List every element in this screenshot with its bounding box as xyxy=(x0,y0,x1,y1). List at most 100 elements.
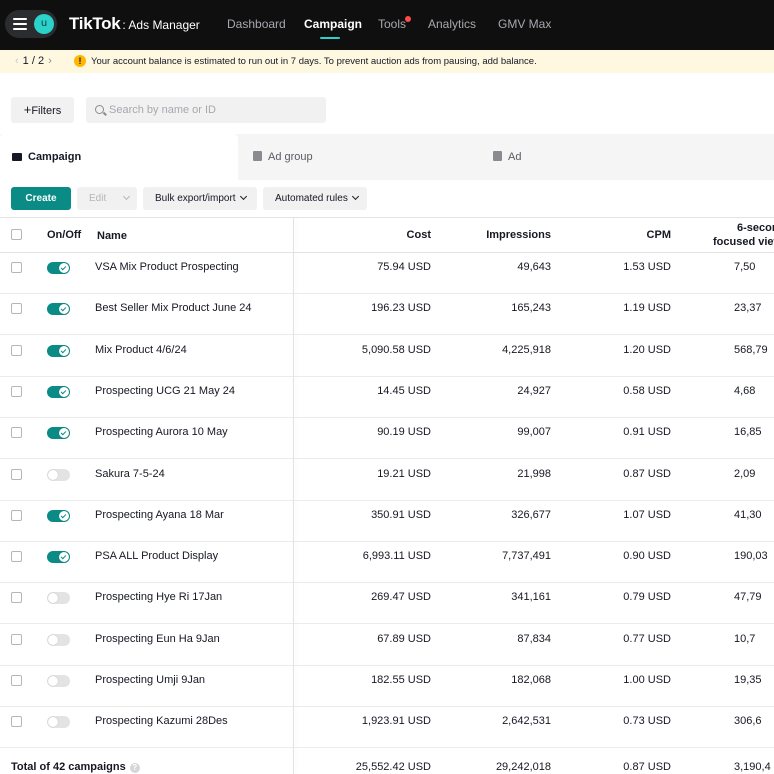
impressions-value: 21,998 xyxy=(517,467,551,480)
select-all-checkbox[interactable] xyxy=(11,229,22,240)
help-icon[interactable]: ? xyxy=(129,762,140,773)
cost-value: 5,090.58 USD xyxy=(361,343,431,356)
campaign-name[interactable]: Prospecting Ayana 18 Mar xyxy=(95,509,224,521)
filters-button[interactable]: +Filters xyxy=(11,97,74,123)
table-row[interactable]: Prospecting Aurora 10 May 90.19 USD 99,007… xyxy=(0,418,774,460)
table-row[interactable]: PSA ALL Product Display 6,993.11 USD 7,737… xyxy=(0,542,774,584)
row-checkbox[interactable] xyxy=(11,468,22,480)
avatar[interactable]: u xyxy=(34,14,54,34)
nav-link-tools[interactable]: Tools xyxy=(378,17,406,31)
table-row[interactable]: Prospecting Eun Ha 9Jan 67.89 USD 87,834 0.… xyxy=(0,624,774,666)
row-checkbox[interactable] xyxy=(11,344,22,356)
header-6s-views-line2[interactable]: focused view xyxy=(713,236,774,248)
row-checkbox[interactable] xyxy=(11,303,22,315)
campaign-status-toggle[interactable] xyxy=(47,427,70,440)
tab-ad[interactable]: Ad xyxy=(481,134,719,180)
campaign-status-toggle[interactable] xyxy=(47,633,70,646)
cost-value: 75.94 USD xyxy=(377,261,431,273)
campaign-status-toggle[interactable] xyxy=(47,592,70,605)
table-row[interactable]: Prospecting Ayana 18 Mar 350.91 USD 326,67… xyxy=(0,500,774,542)
header-on-off[interactable]: On/Off xyxy=(47,229,81,241)
campaign-status-toggle[interactable] xyxy=(47,509,70,522)
focused-views-value: 7,50 xyxy=(734,261,756,273)
menu-account-pill[interactable]: u xyxy=(5,10,57,38)
top-nav: u TikTok: Ads Manager Dashboard Campaign… xyxy=(0,0,774,50)
balance-warning-banner: ‹ 1 / 2 › ! Your account balance is estima… xyxy=(0,50,774,73)
notification-dot xyxy=(405,16,411,22)
focused-views-value: 4,68 xyxy=(734,384,756,397)
chevron-right-icon[interactable]: › xyxy=(48,55,52,67)
campaign-status-toggle[interactable] xyxy=(47,262,70,274)
total-cost: 25,552.42 USD xyxy=(355,760,431,773)
row-checkbox[interactable] xyxy=(11,633,22,645)
bulk-export-import-dropdown[interactable]: Bulk export/import xyxy=(143,187,257,210)
nav-link-gmv-max[interactable]: GMV Max xyxy=(498,17,551,31)
cpm-value: 0.73 USD xyxy=(623,715,671,728)
impressions-value: 2,642,531 xyxy=(502,715,551,728)
check-icon xyxy=(60,264,67,271)
focused-views-value: 190,03 xyxy=(734,550,768,563)
campaign-status-toggle[interactable] xyxy=(47,385,70,398)
nav-link-dashboard[interactable]: Dashboard xyxy=(227,17,286,31)
sticky-column-divider xyxy=(293,217,294,774)
row-checkbox[interactable] xyxy=(11,675,22,686)
impressions-value: 49,643 xyxy=(517,261,551,273)
chevron-down-icon xyxy=(351,192,359,201)
header-6s-views-line1[interactable]: 6-secon xyxy=(737,222,774,234)
row-checkbox[interactable] xyxy=(11,262,22,273)
table-row[interactable]: Mix Product 4/6/24 5,090.58 USD 4,225,918 1… xyxy=(0,335,774,377)
table-row[interactable]: Prospecting Hye Ri 17Jan 269.47 USD 341,16… xyxy=(0,583,774,625)
chevron-left-icon[interactable]: ‹ xyxy=(15,55,19,67)
campaign-name[interactable]: Prospecting Kazumi 28Des xyxy=(95,715,228,727)
campaign-name[interactable]: Prospecting UCG 21 May 24 xyxy=(95,385,235,397)
automated-rules-dropdown[interactable]: Automated rules xyxy=(263,187,367,210)
search-input[interactable] xyxy=(109,97,319,123)
focused-views-value: 2,09 xyxy=(734,467,756,480)
edit-dropdown[interactable]: Edit xyxy=(77,187,137,210)
campaign-status-toggle[interactable] xyxy=(47,468,70,481)
ad-group-icon xyxy=(253,151,262,161)
campaign-name[interactable]: Best Seller Mix Product June 24 xyxy=(95,302,252,314)
campaign-name[interactable]: Prospecting Eun Ha 9Jan xyxy=(95,633,220,645)
row-checkbox[interactable] xyxy=(11,427,22,439)
row-checkbox[interactable] xyxy=(11,551,22,563)
row-checkbox[interactable] xyxy=(11,592,22,604)
campaign-status-toggle[interactable] xyxy=(47,551,70,564)
campaign-name[interactable]: Sakura 7-5-24 xyxy=(95,468,165,480)
check-icon xyxy=(60,305,67,312)
campaign-name[interactable]: PSA ALL Product Display xyxy=(95,550,218,562)
campaign-name[interactable]: Prospecting Hye Ri 17Jan xyxy=(95,591,222,603)
header-name[interactable]: Name xyxy=(97,230,127,242)
chevron-down-icon xyxy=(123,192,131,201)
nav-link-analytics[interactable]: Analytics xyxy=(428,17,476,31)
table-row[interactable]: Prospecting Umji 9Jan 182.55 USD 182,068 1.… xyxy=(0,666,774,707)
table-row[interactable]: Prospecting UCG 21 May 24 14.45 USD 24,927… xyxy=(0,376,774,418)
row-checkbox[interactable] xyxy=(11,509,22,521)
campaign-status-toggle[interactable] xyxy=(47,716,70,729)
brand-logo[interactable]: TikTok: Ads Manager xyxy=(69,14,200,34)
row-checkbox[interactable] xyxy=(11,385,22,397)
campaign-status-toggle[interactable] xyxy=(47,675,70,687)
table-row[interactable]: Prospecting Kazumi 28Des 1,923.91 USD 2,64… xyxy=(0,707,774,749)
campaign-status-toggle[interactable] xyxy=(47,303,70,316)
hamburger-menu-icon[interactable] xyxy=(13,18,27,30)
tab-campaign[interactable]: Campaign xyxy=(0,134,238,180)
table-row[interactable]: Best Seller Mix Product June 24 196.23 US… xyxy=(0,294,774,336)
campaign-name[interactable]: Mix Product 4/6/24 xyxy=(95,344,187,356)
edit-label: Edit xyxy=(89,193,107,204)
create-button[interactable]: Create xyxy=(11,187,71,210)
cpm-value: 1.19 USD xyxy=(623,302,671,315)
header-impressions[interactable]: Impressions xyxy=(486,229,551,241)
campaign-name[interactable]: VSA Mix Product Prospecting xyxy=(95,261,239,273)
campaign-status-toggle[interactable] xyxy=(47,344,70,357)
tab-ad-group[interactable]: Ad group xyxy=(241,134,479,180)
nav-link-campaign[interactable]: Campaign xyxy=(304,17,362,31)
campaign-name[interactable]: Prospecting Aurora 10 May xyxy=(95,426,228,438)
row-checkbox[interactable] xyxy=(11,716,22,728)
header-cpm[interactable]: CPM xyxy=(647,229,671,241)
table-row[interactable]: VSA Mix Product Prospecting 75.94 USD 49,6… xyxy=(0,253,774,294)
table-row[interactable]: Sakura 7-5-24 19.21 USD 21,998 0.87 USD 2,09 xyxy=(0,459,774,501)
header-cost[interactable]: Cost xyxy=(407,229,431,241)
search-box[interactable] xyxy=(86,97,326,123)
campaign-name[interactable]: Prospecting Umji 9Jan xyxy=(95,674,205,686)
